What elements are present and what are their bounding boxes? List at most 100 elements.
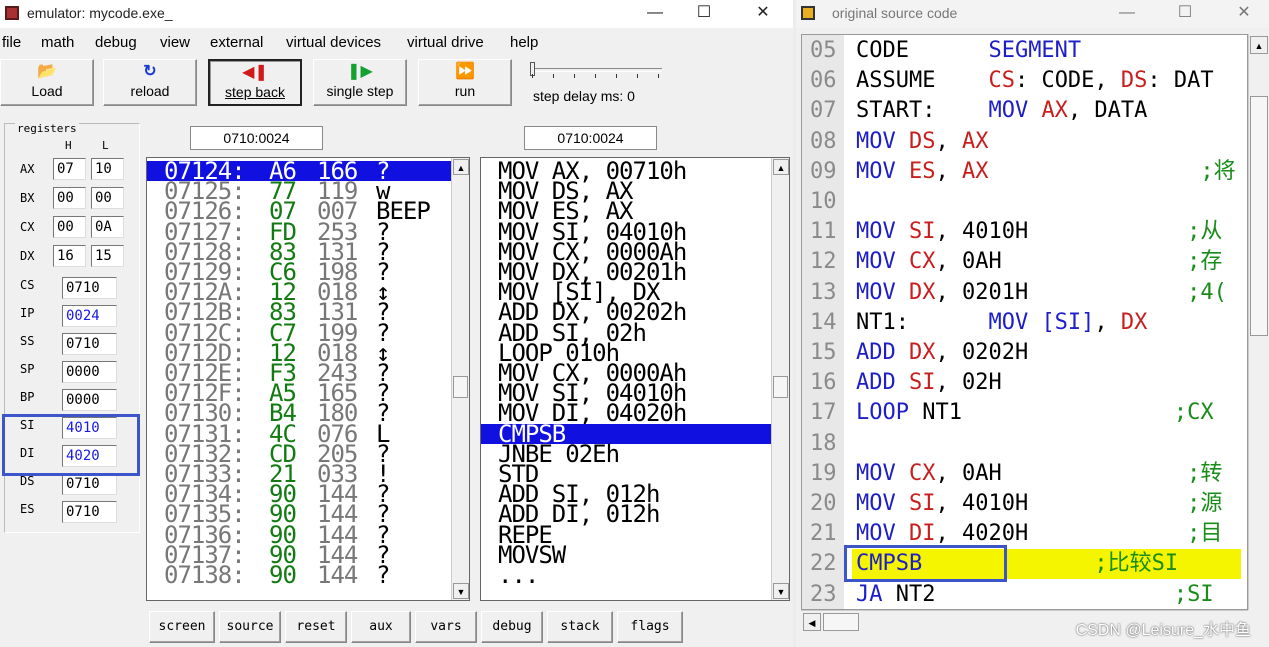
step-delay-slider[interactable]: step delay ms: 0 bbox=[530, 62, 664, 104]
code-line[interactable]: 08 MOV DS, AX bbox=[802, 127, 1247, 157]
code-token: [SI] bbox=[1041, 309, 1095, 335]
source-vertical-scrollbar[interactable]: ▲ bbox=[1248, 34, 1269, 610]
menu-virtual-drive[interactable]: virtual drive bbox=[407, 34, 484, 51]
reload-button[interactable]: ↻ reload bbox=[103, 59, 197, 106]
register-di-value[interactable]: 4020 bbox=[62, 445, 117, 467]
code-token: ;CX bbox=[961, 400, 1214, 426]
register-sp-value[interactable]: 0000 bbox=[62, 361, 117, 383]
minimize-button[interactable]: — bbox=[632, 0, 678, 28]
code-token: MOV bbox=[856, 521, 909, 547]
memory-row[interactable]: 07138: 90 144? bbox=[147, 563, 451, 587]
aux-button[interactable]: aux bbox=[351, 611, 411, 643]
register-bp-value[interactable]: 0000 bbox=[62, 389, 117, 411]
register-ax-high[interactable]: 07 bbox=[53, 158, 86, 180]
load-button[interactable]: 📂 Load bbox=[0, 59, 94, 106]
flags-button[interactable]: flags bbox=[617, 611, 683, 643]
source-code-editor[interactable]: 05 CODE SEGMENT 06 ASSUME CS: CODE, DS: DAT… bbox=[801, 34, 1248, 610]
code-line[interactable]: 12 MOV CX, 0AH ;存 bbox=[802, 247, 1247, 277]
source-scroll-thumb[interactable] bbox=[1250, 96, 1268, 336]
scroll-left-icon[interactable]: ◀ bbox=[803, 613, 821, 631]
code-line[interactable]: 11 MOV SI, 4010H ;从 bbox=[802, 217, 1247, 247]
code-line[interactable]: 14 NT1: MOV [SI], DX bbox=[802, 308, 1247, 338]
menu-external[interactable]: external bbox=[210, 34, 263, 51]
menu-help[interactable]: help bbox=[510, 34, 538, 51]
code-text: CMPSB ;比较SI bbox=[852, 549, 1241, 580]
code-line[interactable]: 18 bbox=[802, 429, 1247, 459]
register-dx-high[interactable]: 16 bbox=[53, 245, 86, 267]
register-ss-value[interactable]: 0710 bbox=[62, 333, 117, 355]
debug-button[interactable]: debug bbox=[481, 611, 543, 643]
step-delay-label: step delay ms: 0 bbox=[533, 88, 635, 104]
disassembly-scroll-thumb[interactable] bbox=[773, 376, 788, 398]
register-es-value[interactable]: 0710 bbox=[62, 501, 117, 523]
code-text: ASSUME CS: CODE, DS: DAT bbox=[856, 66, 1214, 96]
scroll-down-icon[interactable]: ▼ bbox=[453, 583, 469, 599]
source-close-button[interactable]: ✕ bbox=[1221, 0, 1267, 28]
code-line[interactable]: 20 MOV SI, 4010H ;源 bbox=[802, 489, 1247, 519]
code-line[interactable]: 13 MOV DX, 0201H ;4( bbox=[802, 278, 1247, 308]
register-ip-value[interactable]: 0024 bbox=[62, 305, 117, 327]
register-bx-high[interactable]: 00 bbox=[53, 187, 86, 209]
screen-button[interactable]: screen bbox=[149, 611, 215, 643]
register-ax-low[interactable]: 10 bbox=[91, 158, 124, 180]
register-si-value[interactable]: 4010 bbox=[62, 417, 117, 439]
source-maximize-button[interactable]: ☐ bbox=[1162, 0, 1208, 28]
register-high-header: H bbox=[65, 139, 72, 152]
disassembly-row[interactable]: ... bbox=[481, 563, 771, 587]
code-token: ;转 bbox=[1001, 460, 1223, 486]
disassembly-address-input[interactable]: 0710:0024 bbox=[524, 126, 657, 150]
source-button[interactable]: source bbox=[219, 611, 281, 643]
code-line[interactable]: 19 MOV CX, 0AH ;转 bbox=[802, 459, 1247, 489]
code-line[interactable]: 10 bbox=[802, 187, 1247, 217]
code-line[interactable]: 09 MOV ES, AX ;将 bbox=[802, 157, 1247, 187]
memory-list[interactable]: 07124: A6 166? 07125: 77 119 w 07126: 07 007 BEEP 0… bbox=[146, 157, 470, 601]
memory-scroll-thumb[interactable] bbox=[453, 376, 468, 398]
close-button[interactable]: ✕ bbox=[740, 0, 786, 28]
code-token: DI bbox=[908, 521, 936, 547]
register-dx-low[interactable]: 15 bbox=[91, 245, 124, 267]
disassembly-list[interactable]: MOV AX, 00710h MOV DS, AX MOV ES, AX MOV SI… bbox=[480, 157, 790, 601]
code-line[interactable]: 07 START: MOV AX, DATA bbox=[802, 96, 1247, 126]
register-cx-low[interactable]: 0A bbox=[91, 216, 124, 238]
register-ds-value[interactable]: 0710 bbox=[62, 473, 117, 495]
code-line[interactable]: 21 MOV DI, 4020H ;目 bbox=[802, 519, 1247, 549]
maximize-button[interactable]: ☐ bbox=[681, 0, 727, 28]
code-line[interactable]: 05 CODE SEGMENT bbox=[802, 36, 1247, 66]
code-line[interactable]: 16 ADD SI, 02H bbox=[802, 368, 1247, 398]
menu-view[interactable]: view bbox=[160, 34, 190, 51]
menu-debug[interactable]: debug bbox=[95, 34, 137, 51]
register-cs-value[interactable]: 0710 bbox=[62, 277, 117, 299]
code-line[interactable]: 17 LOOP NT1 ;CX bbox=[802, 398, 1247, 428]
scroll-up-icon[interactable]: ▲ bbox=[773, 159, 789, 175]
code-token: , 4010H bbox=[935, 491, 1029, 516]
code-line[interactable]: 06 ASSUME CS: CODE, DS: DAT bbox=[802, 66, 1247, 96]
run-button[interactable]: ⏩ run bbox=[418, 59, 512, 106]
code-line[interactable]: 22 CMPSB ;比较SI bbox=[802, 549, 1247, 580]
menu-math[interactable]: math bbox=[41, 34, 74, 51]
scroll-down-icon[interactable]: ▼ bbox=[773, 583, 789, 599]
register-cx-high[interactable]: 00 bbox=[53, 216, 86, 238]
menu-virtual-devices[interactable]: virtual devices bbox=[286, 34, 381, 51]
slider-track bbox=[532, 68, 662, 72]
code-text: MOV DS, AX bbox=[856, 127, 988, 157]
stack-button[interactable]: stack bbox=[547, 611, 613, 643]
menu-file[interactable]: file bbox=[2, 34, 21, 51]
register-bx-low[interactable]: 00 bbox=[91, 187, 124, 209]
source-minimize-button[interactable]: — bbox=[1104, 0, 1150, 28]
memory-address-input[interactable]: 0710:0024 bbox=[190, 126, 323, 150]
code-line[interactable]: 15 ADD DX, 0202H bbox=[802, 338, 1247, 368]
scroll-up-icon[interactable]: ▲ bbox=[453, 159, 469, 175]
single-step-button[interactable]: ❚▶ single step bbox=[313, 59, 407, 106]
step-back-button[interactable]: ◀❚ step back bbox=[208, 59, 302, 106]
scroll-up-icon[interactable]: ▲ bbox=[1250, 36, 1268, 54]
vars-button[interactable]: vars bbox=[415, 611, 477, 643]
code-token: MOV bbox=[856, 249, 909, 275]
source-hscroll-thumb[interactable] bbox=[823, 613, 859, 631]
memory-scrollbar[interactable]: ▲ ▼ bbox=[451, 158, 469, 600]
line-number: 05 bbox=[810, 38, 837, 63]
reset-button[interactable]: reset bbox=[285, 611, 347, 643]
code-line[interactable]: 23 JA NT2 ;SI bbox=[802, 580, 1247, 609]
registers-group-label: registers bbox=[15, 122, 79, 135]
code-token: SI bbox=[908, 219, 936, 245]
disassembly-scrollbar[interactable]: ▲ ▼ bbox=[771, 158, 789, 600]
